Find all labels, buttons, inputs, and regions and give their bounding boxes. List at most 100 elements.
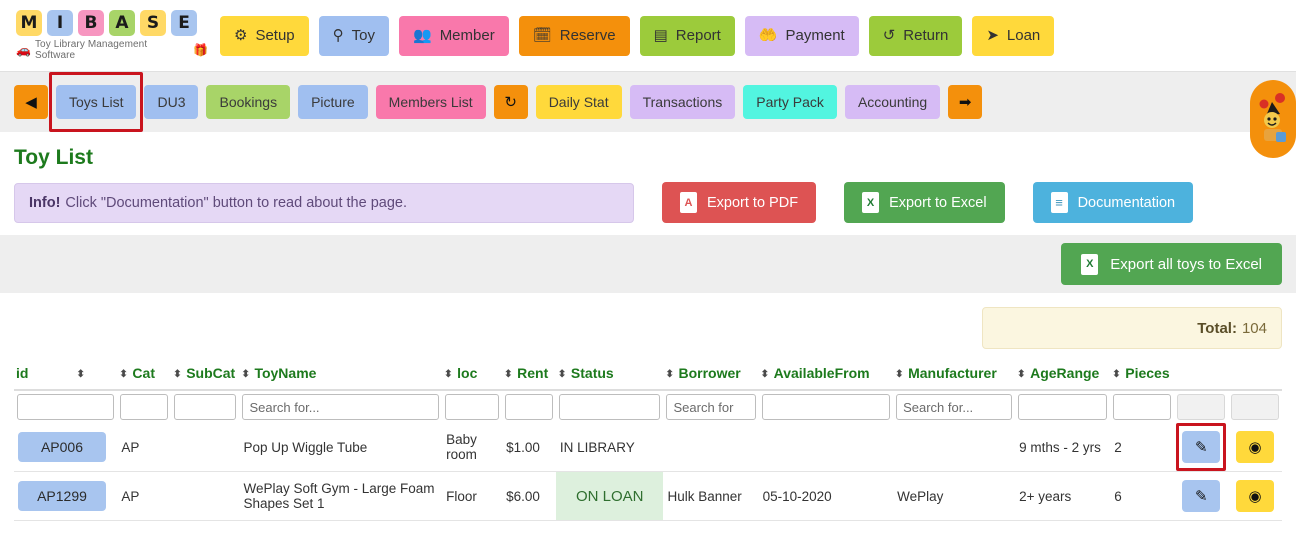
filter-input-borrower[interactable]: [666, 394, 756, 420]
filter-placeholder-view: [1231, 394, 1279, 420]
nav-button-reserve[interactable]: 🗓 Reserve: [518, 15, 630, 56]
app-logo: MIBASE 🚗 Toy Library Management Software…: [8, 10, 208, 61]
filter-cell-agerange: [1015, 390, 1111, 423]
column-header-manufacturer[interactable]: ⬍ Manufacturer: [893, 359, 1016, 391]
tab-party-pack[interactable]: Party Pack: [743, 85, 837, 119]
edit-row-button[interactable]: ✎: [1182, 480, 1221, 512]
view-row-button[interactable]: ◉: [1236, 431, 1275, 463]
cell-edit-action: ✎: [1174, 471, 1229, 521]
tab-accounting[interactable]: Accounting: [844, 85, 941, 119]
export-to-excel-button[interactable]: X Export to Excel: [844, 182, 1005, 223]
tab-transactions[interactable]: Transactions: [629, 85, 736, 119]
refresh-button[interactable]: ↻: [493, 85, 528, 119]
tab-toys-list[interactable]: Toys List: [56, 85, 137, 119]
sort-icon[interactable]: ⬍: [444, 369, 454, 380]
sort-icon[interactable]: ⬍: [1017, 369, 1027, 380]
total-row: Total: 104: [0, 293, 1296, 359]
back-arrow-button[interactable]: ◀: [14, 85, 48, 119]
tab-picture[interactable]: Picture: [298, 85, 368, 119]
excel-file-icon: X: [862, 192, 880, 213]
column-header-agerange[interactable]: ⬍ AgeRange: [1015, 359, 1111, 391]
column-header-label: Rent: [517, 365, 549, 381]
nav-button-setup[interactable]: ⚙ Setup: [220, 15, 309, 56]
tab-bookings[interactable]: Bookings: [206, 85, 291, 119]
filter-cell-pieces: [1110, 390, 1175, 423]
export-all-toys-to-excel-button[interactable]: X Export all toys to Excel: [1061, 243, 1282, 285]
table-row[interactable]: AP1299 AP WePlay Soft Gym - Large Foam Sha…: [14, 471, 1282, 521]
cell-agerange: 2+ years: [1015, 471, 1111, 521]
sub-nav-item-wrapper: Party Pack: [743, 85, 837, 119]
toy-id-badge[interactable]: AP1299: [18, 481, 106, 511]
table-row[interactable]: AP006 AP Pop Up Wiggle Tube Baby room $1.00 I…: [14, 423, 1282, 472]
total-label: Total:: [1197, 319, 1237, 337]
column-header-label: SubCat: [186, 365, 236, 381]
exit-button[interactable]: ➡: [948, 85, 983, 119]
nav-button-report[interactable]: ▤ Report: [639, 15, 735, 56]
nav-button-member[interactable]: 👥 Member: [399, 15, 509, 56]
sort-icon[interactable]: ⬍: [558, 369, 568, 380]
nav-button-label: Report: [675, 27, 721, 44]
cell-borrower: Hulk Banner: [663, 471, 759, 521]
undo-icon: ↺: [882, 27, 896, 44]
filter-input-manufacturer[interactable]: [896, 394, 1013, 420]
nav-button-loan[interactable]: ➤ Loan: [972, 15, 1055, 56]
filter-input-agerange[interactable]: [1018, 394, 1108, 420]
filter-input-cat[interactable]: [120, 394, 169, 420]
filter-cell-edit: [1174, 390, 1229, 423]
view-row-button[interactable]: ◉: [1236, 480, 1275, 512]
sub-nav-item-wrapper: Transactions: [629, 85, 736, 119]
documentation-button[interactable]: ≡ Documentation: [1032, 182, 1194, 223]
sort-icon[interactable]: ⬍: [761, 369, 771, 380]
export-to-pdf-button[interactable]: A Export to PDF: [662, 182, 817, 223]
column-header-label: Pieces: [1125, 365, 1170, 381]
filter-cell-subcat: [171, 390, 240, 423]
tab-members-list[interactable]: Members List: [375, 85, 486, 119]
filter-input-rent[interactable]: [505, 394, 553, 420]
filter-input-id[interactable]: [17, 394, 115, 420]
column-header-toyname[interactable]: ⬍ ToyName: [239, 359, 443, 391]
column-header-borrower[interactable]: ⬍ Borrower: [663, 359, 759, 391]
filter-input-availablefrom[interactable]: [761, 394, 891, 420]
tab-daily-stat[interactable]: Daily Stat: [535, 85, 622, 119]
column-header-subcat[interactable]: ⬍ SubCat: [171, 359, 240, 391]
sort-icon[interactable]: ⬍: [241, 369, 251, 380]
column-header-label: id: [16, 365, 29, 381]
cell-availablefrom: 05-10-2020: [758, 471, 894, 521]
cell-cat: AP: [117, 471, 172, 521]
cell-manufacturer: [893, 423, 1016, 472]
nav-button-payment[interactable]: 🤲 Payment: [744, 15, 859, 56]
sort-icon[interactable]: ⬍: [173, 369, 183, 380]
nav-button-return[interactable]: ↺ Return: [868, 15, 963, 56]
pdf-file-icon: A: [680, 192, 697, 213]
filter-input-loc[interactable]: [445, 394, 500, 420]
nav-button-toy[interactable]: ⚲ Toy: [318, 15, 389, 56]
cell-pieces: 6: [1110, 471, 1175, 521]
sort-icon[interactable]: ⬍: [665, 369, 675, 380]
sort-icon[interactable]: ⬍: [1112, 369, 1122, 380]
sort-icon[interactable]: ⬍: [504, 369, 514, 380]
column-header-loc[interactable]: ⬍ loc: [442, 359, 503, 391]
filter-input-subcat[interactable]: [174, 394, 237, 420]
column-header-cat[interactable]: ⬍ Cat: [117, 359, 172, 391]
logo-letter-b: B: [78, 10, 104, 36]
column-header-pieces[interactable]: ⬍ Pieces: [1110, 359, 1175, 391]
column-header-availablefrom[interactable]: ⬍ AvailableFrom: [758, 359, 894, 391]
column-header-label: Status: [570, 365, 614, 381]
filter-input-status[interactable]: [558, 394, 661, 420]
nav-button-label: Loan: [1006, 27, 1041, 44]
cell-id: AP006: [14, 423, 118, 472]
total-badge: Total: 104: [982, 307, 1282, 349]
column-header-status[interactable]: ⬍ Status: [555, 359, 664, 391]
filter-input-pieces[interactable]: [1113, 394, 1172, 420]
toy-id-badge[interactable]: AP006: [18, 432, 106, 462]
filter-input-toyname[interactable]: [242, 394, 440, 420]
tab-du3[interactable]: DU3: [144, 85, 199, 119]
sort-icon[interactable]: ⬍: [895, 369, 905, 380]
column-header-rent[interactable]: ⬍ Rent: [502, 359, 556, 391]
sort-icon[interactable]: ⬍: [76, 369, 86, 380]
sort-icon[interactable]: ⬍: [119, 369, 129, 380]
sub-nav-bar: ◀ Toys List DU3 Bookings Picture Members List…: [0, 72, 1296, 158]
logo-letter-e: E: [171, 10, 197, 36]
column-header-id[interactable]: id ⬍: [14, 359, 118, 391]
edit-row-button[interactable]: ✎: [1182, 431, 1221, 463]
